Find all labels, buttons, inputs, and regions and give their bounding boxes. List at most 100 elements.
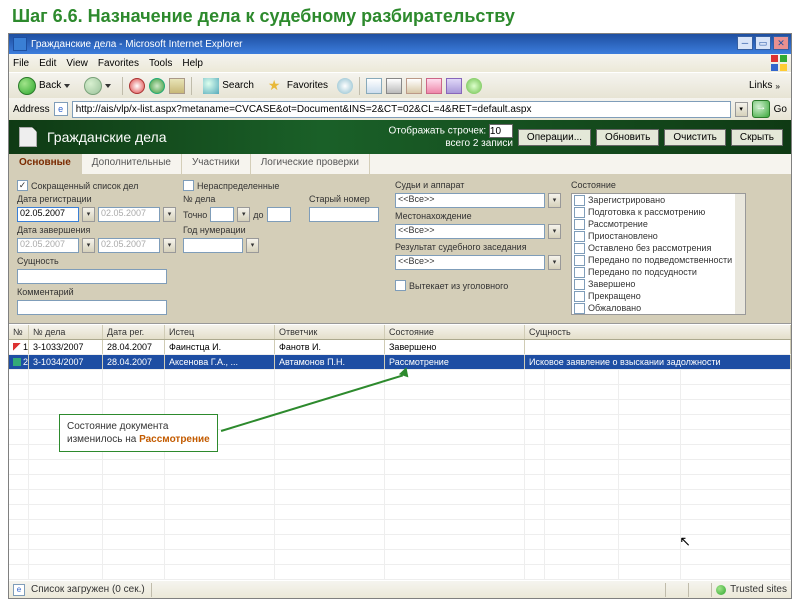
tab-logic[interactable]: Логические проверки [251,154,370,174]
year-dd[interactable]: ▾ [246,238,259,253]
state-checkbox[interactable] [574,303,585,314]
date-end-to[interactable]: 02.05.2007 [98,238,160,253]
refresh-icon[interactable] [149,78,165,94]
date-reg-from-dd[interactable]: ▾ [82,207,95,222]
state-option[interactable]: Рассмотрение [572,218,735,230]
col-case-no[interactable]: № дела [29,325,103,339]
address-dropdown[interactable]: ▾ [735,102,748,117]
state-option[interactable]: Обжаловано [572,302,735,314]
state-checkbox[interactable] [574,279,585,290]
state-option[interactable]: Оставлено без рассмотрения [572,242,735,254]
forward-button[interactable] [79,74,116,98]
refresh-button[interactable]: Обновить [596,129,659,146]
history-icon[interactable] [337,78,353,94]
old-no-input[interactable] [309,207,379,222]
mouse-cursor-icon: ↖ [679,533,691,550]
state-option[interactable]: Завершено [572,278,735,290]
state-listbox[interactable]: ЗарегистрированоПодготовка к рассмотрени… [571,193,746,315]
forward-arrow-icon [84,77,102,95]
back-button[interactable]: Back [13,74,75,98]
state-option[interactable]: Передано по подсудности [572,266,735,278]
print-icon[interactable] [386,78,402,94]
trusted-icon [716,585,726,595]
date-end-from[interactable]: 02.05.2007 [17,238,79,253]
links-button[interactable]: Links » [744,77,785,94]
col-defendant[interactable]: Ответчик [275,325,385,339]
state-option[interactable]: Прекращено [572,290,735,302]
annotation-arrow [221,374,403,431]
case-no-to[interactable] [267,207,291,222]
rows-input[interactable] [489,124,513,138]
state-checkbox[interactable] [574,231,585,242]
date-reg-to[interactable]: 02.05.2007 [98,207,160,222]
operations-button[interactable]: Операции... [518,129,591,146]
judges-dd[interactable]: ▾ [548,193,561,208]
col-plaintiff[interactable]: Истец [165,325,275,339]
state-checkbox[interactable] [574,195,585,206]
date-reg-to-dd[interactable]: ▾ [163,207,176,222]
menu-favorites[interactable]: Favorites [98,58,139,69]
state-checkbox[interactable] [574,207,585,218]
menu-edit[interactable]: Edit [39,58,56,69]
state-option[interactable]: Приостановлено [572,230,735,242]
state-checkbox[interactable] [574,291,585,302]
hide-button[interactable]: Скрыть [731,129,783,146]
year-input[interactable] [183,238,243,253]
table-row[interactable]: 1 3-1033/2007 28.04.2007 Фаинстца И. Фан… [9,340,791,355]
status-text: Список загружен (0 сек.) [31,584,145,595]
judges-select[interactable]: <<Все>> [395,193,545,208]
tab-participants[interactable]: Участники [182,154,251,174]
menu-file[interactable]: File [13,58,29,69]
go-label: Go [774,104,787,115]
go-button[interactable] [752,100,770,118]
maximize-button[interactable]: ▭ [755,36,771,50]
tab-bar: Основные Дополнительные Участники Логиче… [9,154,791,174]
address-input[interactable] [72,101,731,118]
home-icon[interactable] [169,78,185,94]
state-checkbox[interactable] [574,243,585,254]
date-end-to-dd[interactable]: ▾ [163,238,176,253]
result-select[interactable]: <<Все>> [395,255,545,270]
chk-short-list[interactable] [17,180,28,191]
tab-main[interactable]: Основные [9,154,82,174]
col-num[interactable]: № [9,325,29,339]
state-option[interactable]: Подготовка к рассмотрению [572,206,735,218]
search-button[interactable]: Search [198,75,259,97]
window-title: Гражданские дела - Microsoft Internet Ex… [31,39,243,50]
date-end-from-dd[interactable]: ▾ [82,238,95,253]
essence-input[interactable] [17,269,167,284]
chk-unassigned[interactable] [183,180,194,191]
filter-form: Сокращенный список дел Дата регистрации … [9,174,791,324]
close-button[interactable]: ✕ [773,36,789,50]
state-checkbox[interactable] [574,255,585,266]
edit-icon[interactable] [406,78,422,94]
location-dd[interactable]: ▾ [548,224,561,239]
comment-input[interactable] [17,300,167,315]
minimize-button[interactable]: ─ [737,36,753,50]
menu-tools[interactable]: Tools [149,58,172,69]
state-option[interactable]: Зарегистрировано [572,194,735,206]
state-checkbox[interactable] [574,267,585,278]
case-no-exact[interactable] [210,207,234,222]
clear-button[interactable]: Очистить [664,129,726,146]
tab-additional[interactable]: Дополнительные [82,154,182,174]
location-select[interactable]: <<Все>> [395,224,545,239]
date-reg-from[interactable]: 02.05.2007 [17,207,79,222]
result-dd[interactable]: ▾ [548,255,561,270]
menu-help[interactable]: Help [182,58,203,69]
col-state[interactable]: Состояние [385,325,525,339]
mail-icon[interactable] [366,78,382,94]
case-no-exact-dd[interactable]: ▾ [237,207,250,222]
col-essence[interactable]: Сущность [525,325,791,339]
research-icon[interactable] [446,78,462,94]
discuss-icon[interactable] [426,78,442,94]
state-option[interactable]: Передано по подведомственности [572,254,735,266]
chk-criminal[interactable] [395,280,406,291]
stop-icon[interactable] [129,78,145,94]
messenger-icon[interactable] [466,78,482,94]
menu-view[interactable]: View [66,58,88,69]
scrollbar[interactable] [735,194,745,314]
col-date[interactable]: Дата рег. [103,325,165,339]
state-checkbox[interactable] [574,219,585,230]
favorites-button[interactable]: ★Favorites [263,75,333,97]
